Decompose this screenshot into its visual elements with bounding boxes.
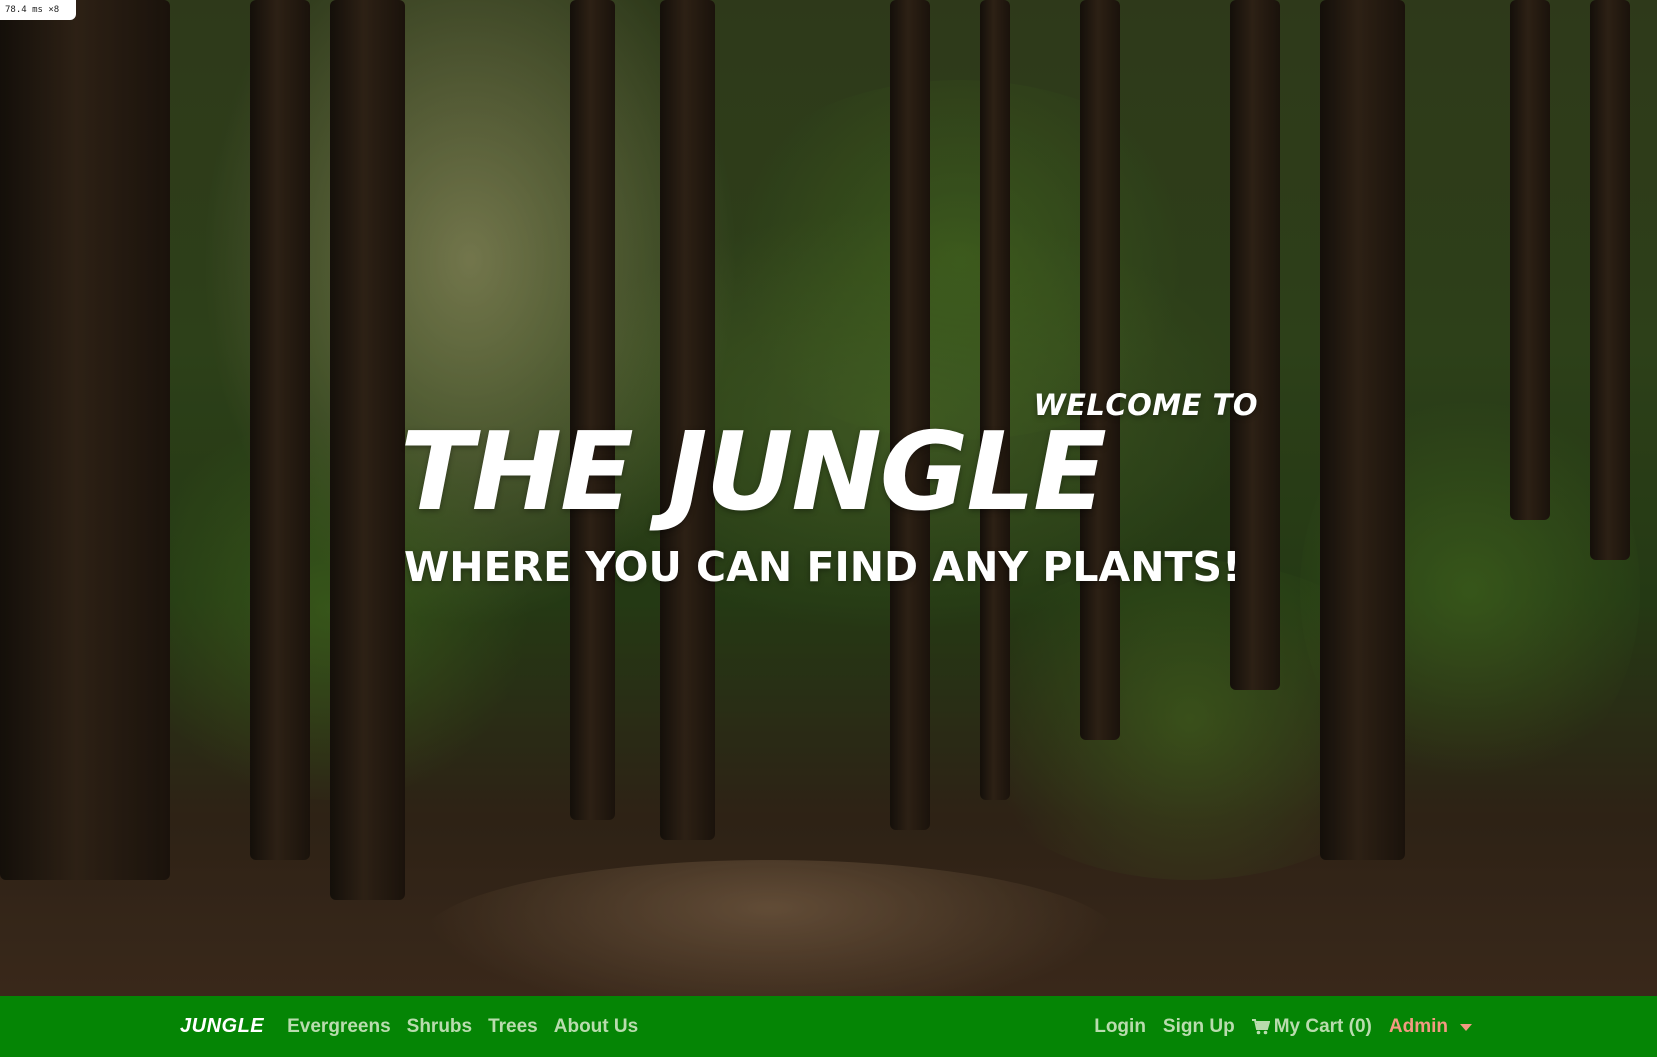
navbar-left-group: JUNGLE Evergreens Shrubs Trees About Us xyxy=(180,996,654,1057)
nav-link-evergreens[interactable]: Evergreens xyxy=(287,1016,391,1038)
login-link[interactable]: Login xyxy=(1094,1016,1146,1038)
cart-label: My Cart (0) xyxy=(1273,1015,1372,1037)
main-navbar: JUNGLE Evergreens Shrubs Trees About Us … xyxy=(0,996,1657,1057)
nav-link-trees[interactable]: Trees xyxy=(488,1016,538,1038)
caret-down-icon xyxy=(1460,1024,1472,1031)
debug-timing-badge: 78.4 ms ×8 xyxy=(0,0,76,20)
admin-dropdown-toggle[interactable]: Admin xyxy=(1389,1016,1472,1038)
my-cart-link[interactable]: My Cart (0) xyxy=(1251,1015,1372,1038)
admin-label: Admin xyxy=(1388,1015,1448,1037)
nav-link-about-us[interactable]: About Us xyxy=(554,1016,638,1038)
hero-title: THE JUNGLE xyxy=(400,410,1107,535)
navbar-right-group: Login Sign Up My Cart (0) Admin xyxy=(1094,996,1472,1057)
nav-link-shrubs[interactable]: Shrubs xyxy=(407,1016,472,1038)
hero-headline: WELCOME TO THE JUNGLE WHERE YOU CAN FIND… xyxy=(400,388,1265,592)
hero-subtitle: WHERE YOU CAN FIND ANY PLANTS! xyxy=(404,543,1241,591)
brand-logo-link[interactable]: JUNGLE xyxy=(180,1015,264,1038)
signup-link[interactable]: Sign Up xyxy=(1163,1016,1235,1038)
shopping-cart-icon xyxy=(1251,1018,1270,1034)
